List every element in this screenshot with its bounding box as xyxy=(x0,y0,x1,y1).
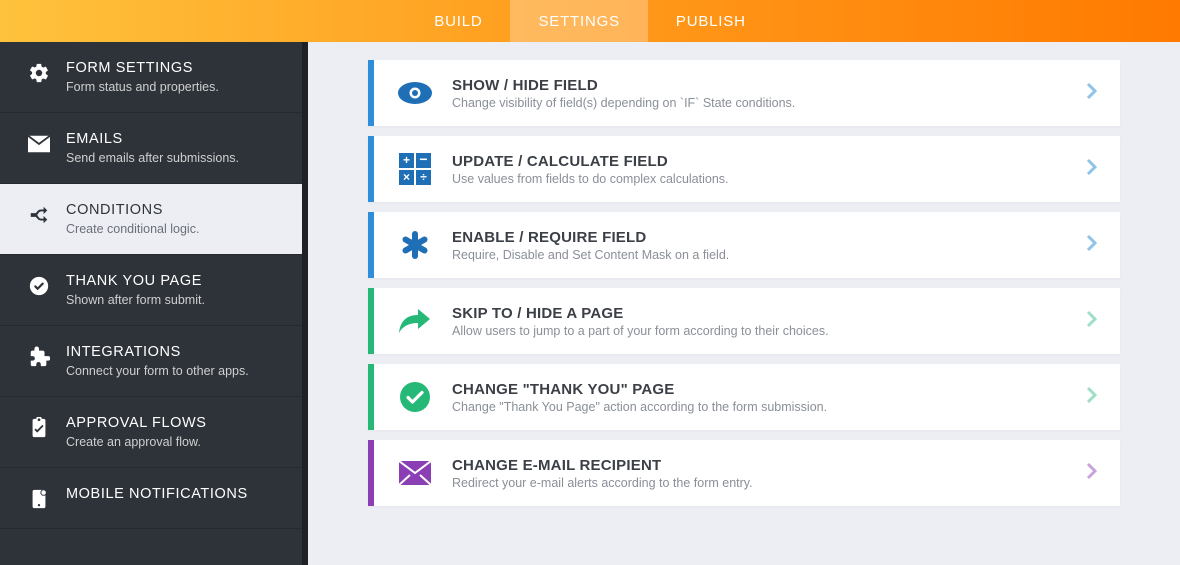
card-sub: Redirect your e-mail alerts according to… xyxy=(452,476,1086,490)
svg-text:÷: ÷ xyxy=(420,170,427,184)
card-title: SKIP TO / HIDE A PAGE xyxy=(452,305,1086,322)
tab-publish[interactable]: PUBLISH xyxy=(648,0,774,42)
shuffle-icon xyxy=(28,204,50,226)
card-title: SHOW / HIDE FIELD xyxy=(452,77,1086,94)
sidebar-item-title: INTEGRATIONS xyxy=(66,344,249,360)
card-title: UPDATE / CALCULATE FIELD xyxy=(452,153,1086,170)
chevron-right-icon xyxy=(1086,234,1098,257)
sidebar-item-title: MOBILE NOTIFICATIONS xyxy=(66,486,248,502)
card-title: CHANGE "THANK YOU" PAGE xyxy=(452,381,1086,398)
card-enable-require[interactable]: ENABLE / REQUIRE FIELD Require, Disable … xyxy=(368,212,1120,278)
card-sub: Use values from fields to do complex cal… xyxy=(452,172,1086,186)
check-circle-icon xyxy=(28,275,50,297)
svg-text:×: × xyxy=(403,170,410,184)
card-sub: Change "Thank You Page" action according… xyxy=(452,400,1086,414)
card-update-calculate[interactable]: + − × ÷ UPDATE / CALCULATE FIELD Use val… xyxy=(368,136,1120,202)
card-sub: Allow users to jump to a part of your fo… xyxy=(452,324,1086,338)
card-sub: Change visibility of field(s) depending … xyxy=(452,96,1086,110)
sidebar-item-form-settings[interactable]: FORM SETTINGS Form status and properties… xyxy=(0,42,302,113)
card-change-thankyou[interactable]: CHANGE "THANK YOU" PAGE Change "Thank Yo… xyxy=(368,364,1120,430)
svg-text:+: + xyxy=(403,153,410,167)
sidebar-item-sub: Send emails after submissions. xyxy=(66,151,239,165)
main-content: SHOW / HIDE FIELD Change visibility of f… xyxy=(308,42,1180,565)
card-title: ENABLE / REQUIRE FIELD xyxy=(452,229,1086,246)
chevron-right-icon xyxy=(1086,310,1098,333)
check-badge-icon xyxy=(392,381,438,413)
chevron-right-icon xyxy=(1086,82,1098,105)
svg-text:−: − xyxy=(419,153,427,167)
sidebar-item-sub: Create an approval flow. xyxy=(66,435,207,449)
sidebar-item-sub: Create conditional logic. xyxy=(66,222,199,236)
bell-icon xyxy=(28,488,50,510)
sidebar-item-sub: Connect your form to other apps. xyxy=(66,364,249,378)
card-title: CHANGE E-MAIL RECIPIENT xyxy=(452,457,1086,474)
eye-icon xyxy=(392,81,438,105)
sidebar-item-title: EMAILS xyxy=(66,131,239,147)
card-change-email-recipient[interactable]: CHANGE E-MAIL RECIPIENT Redirect your e-… xyxy=(368,440,1120,506)
puzzle-icon xyxy=(28,346,50,368)
arrow-share-icon xyxy=(392,307,438,335)
chevron-right-icon xyxy=(1086,462,1098,485)
sidebar-item-integrations[interactable]: INTEGRATIONS Connect your form to other … xyxy=(0,326,302,397)
sidebar-item-title: FORM SETTINGS xyxy=(66,60,219,76)
sidebar-item-title: APPROVAL FLOWS xyxy=(66,415,207,431)
sidebar-item-sub: Shown after form submit. xyxy=(66,293,205,307)
sidebar-item-sub: Form status and properties. xyxy=(66,80,219,94)
asterisk-icon xyxy=(392,229,438,261)
calculator-icon: + − × ÷ xyxy=(392,153,438,185)
tab-settings[interactable]: SETTINGS xyxy=(510,0,647,42)
mail-icon xyxy=(28,133,50,155)
sidebar-item-approval[interactable]: APPROVAL FLOWS Create an approval flow. xyxy=(0,397,302,468)
chevron-right-icon xyxy=(1086,386,1098,409)
sidebar-item-title: THANK YOU PAGE xyxy=(66,273,205,289)
clipboard-check-icon xyxy=(28,417,50,439)
sidebar-item-mobile[interactable]: MOBILE NOTIFICATIONS xyxy=(0,468,302,529)
sidebar-item-emails[interactable]: EMAILS Send emails after submissions. xyxy=(0,113,302,184)
card-sub: Require, Disable and Set Content Mask on… xyxy=(452,248,1086,262)
sidebar-item-thankyou[interactable]: THANK YOU PAGE Shown after form submit. xyxy=(0,255,302,326)
card-skip-hide-page[interactable]: SKIP TO / HIDE A PAGE Allow users to jum… xyxy=(368,288,1120,354)
gear-icon xyxy=(28,62,50,84)
sidebar-item-conditions[interactable]: CONDITIONS Create conditional logic. xyxy=(0,184,302,255)
mail-solid-icon xyxy=(392,461,438,485)
sidebar: FORM SETTINGS Form status and properties… xyxy=(0,42,308,565)
tab-build[interactable]: BUILD xyxy=(406,0,510,42)
sidebar-item-title: CONDITIONS xyxy=(66,202,199,218)
topbar: BUILD SETTINGS PUBLISH xyxy=(0,0,1180,42)
chevron-right-icon xyxy=(1086,158,1098,181)
card-show-hide-field[interactable]: SHOW / HIDE FIELD Change visibility of f… xyxy=(368,60,1120,126)
